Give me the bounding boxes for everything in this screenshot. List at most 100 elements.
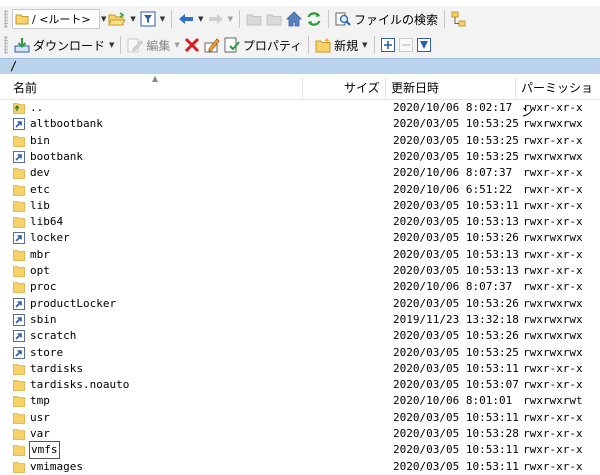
folder-icon [13, 379, 25, 391]
root-directory-button[interactable] [264, 8, 284, 30]
file-name: proc [30, 280, 57, 294]
forward-button[interactable]: ▼ [206, 8, 235, 30]
back-arrow-icon [178, 12, 194, 26]
file-row[interactable]: lib64 2020/03/05 10:53:13 rwxr-xr-x [0, 214, 600, 230]
find-files-button[interactable]: ファイルの検索 [333, 8, 440, 30]
open-folder-button[interactable]: ▼ [106, 8, 137, 30]
file-row[interactable]: tardisks.noauto 2020/03/05 10:53:07 rwxr-x… [0, 377, 600, 393]
folder-icon [13, 461, 25, 473]
file-row[interactable]: vmimages 2020/03/05 10:53:11 rwxr-xr-x [0, 459, 600, 475]
column-divider[interactable] [385, 78, 386, 98]
file-modified: 2020/03/05 10:53:25 [393, 149, 519, 163]
filter-button[interactable]: ▼ [138, 8, 167, 30]
new-button[interactable]: 新規 ▼ [313, 34, 369, 56]
file-modified: 2020/03/05 10:53:13 [393, 215, 519, 229]
edit-button[interactable]: 編集 ▼ [125, 34, 181, 56]
file-name: locker [30, 231, 70, 245]
file-name: opt [30, 264, 50, 277]
folder-icon [13, 412, 25, 424]
file-permissions: rwxr-xr-x [523, 361, 583, 375]
toolbar-grip[interactable] [4, 36, 8, 54]
rename-button[interactable] [202, 34, 222, 56]
folder-icon [13, 281, 25, 294]
file-row[interactable]: bin 2020/03/05 10:53:25 rwxr-xr-x [0, 133, 600, 149]
file-row[interactable]: tardisks 2020/03/05 10:53:11 rwxr-xr-x [0, 361, 600, 377]
path-combo[interactable]: / <ルート> [12, 9, 100, 29]
tree-view-button[interactable] [449, 8, 469, 30]
file-permissions: rwxr-xr-x [523, 264, 583, 277]
file-row[interactable]: dev 2020/10/06 8:07:37 rwxr-xr-x [0, 165, 600, 181]
file-permissions: rwxr-xr-x [523, 133, 583, 147]
download-button[interactable]: ダウンロード ▼ [12, 34, 116, 56]
file-name: .. [30, 101, 44, 114]
path-combo-value: / <ルート> [32, 13, 91, 26]
file-row[interactable]: altbootbank 2020/03/05 10:53:25 rwxrwxrwx [0, 116, 600, 132]
file-row[interactable]: opt 2020/03/05 10:53:13 rwxr-xr-x [0, 263, 600, 279]
unselect-files-button[interactable] [397, 34, 415, 56]
toolbar-separator [443, 10, 445, 28]
file-row[interactable]: lib 2020/03/05 10:53:11 rwxr-xr-x [0, 198, 600, 214]
file-name: scratch [30, 329, 77, 343]
file-name: mbr [30, 247, 50, 261]
column-header-size[interactable]: サイズ [344, 76, 380, 100]
file-permissions: rwxrwxrwx [523, 117, 583, 131]
refresh-button[interactable] [304, 8, 324, 30]
toolbar-separator [120, 36, 122, 54]
new-folder-icon [315, 37, 331, 53]
file-row[interactable]: vmfs 2020/03/05 10:53:11 rwxr-xr-x [0, 441, 600, 460]
search-icon [335, 11, 351, 27]
new-label: 新規 [334, 38, 359, 53]
download-label: ダウンロード [33, 38, 106, 53]
file-permissions: rwxr-xr-x [523, 166, 583, 180]
toolbar-separator [238, 10, 240, 28]
file-row[interactable]: .. 2020/10/06 8:02:17 rwxr-xr-x [0, 100, 600, 116]
file-name: lib64 [30, 215, 64, 229]
filter-files-button[interactable] [415, 34, 433, 56]
file-modified: 2020/03/05 10:53:11 [393, 361, 519, 375]
file-permissions: rwxr-xr-x [523, 182, 583, 196]
back-button[interactable]: ▼ [176, 8, 205, 30]
file-row[interactable]: etc 2020/10/06 6:51:22 rwxr-xr-x [0, 182, 600, 198]
file-row[interactable]: locker 2020/03/05 10:53:26 rwxrwxrwx [0, 230, 600, 246]
file-row[interactable]: tmp 2020/10/06 8:01:01 rwxrwxrwt [0, 393, 600, 409]
file-permissions: rwxrwxrwx [523, 329, 583, 343]
file-row[interactable]: sbin 2019/11/23 13:32:18 rwxrwxrwx [0, 312, 600, 328]
file-name: var [30, 427, 50, 440]
properties-icon [224, 37, 240, 53]
file-row[interactable]: mbr 2020/03/05 10:53:13 rwxr-xr-x [0, 247, 600, 263]
file-modified: 2020/03/05 10:53:11 [393, 459, 519, 473]
forward-arrow-icon [208, 12, 224, 26]
toolbar-separator [327, 10, 329, 28]
file-row[interactable]: productLocker 2020/03/05 10:53:26 rwxrwxrw… [0, 296, 600, 312]
column-header-permissions[interactable]: パーミッション [521, 76, 600, 119]
toolbar-separator [373, 36, 375, 54]
column-divider[interactable] [302, 78, 303, 98]
file-row[interactable]: proc 2020/10/06 8:07:37 rwxr-xr-x [0, 279, 600, 295]
symlink-icon [13, 232, 25, 245]
select-files-button[interactable] [379, 34, 397, 56]
column-divider[interactable] [515, 78, 516, 98]
properties-button[interactable]: プロパティ [222, 34, 304, 56]
parent-directory-button[interactable] [244, 8, 264, 30]
delete-button[interactable] [182, 34, 202, 56]
toolbar-grip[interactable] [4, 10, 8, 28]
column-header-modified[interactable]: 更新日時 [391, 76, 439, 100]
edit-icon [127, 37, 144, 53]
folder-icon [15, 13, 29, 25]
file-row[interactable]: scratch 2020/03/05 10:53:26 rwxrwxrwx [0, 328, 600, 344]
chevron-down-icon: ▼ [130, 15, 136, 23]
file-row[interactable]: usr 2020/03/05 10:53:11 rwxr-xr-x [0, 410, 600, 426]
address-bar[interactable]: / [0, 58, 600, 74]
chevron-down-icon: ▼ [227, 15, 233, 23]
file-modified: 2020/03/05 10:53:25 [393, 345, 519, 359]
file-name: tardisks [30, 361, 83, 375]
file-modified: 2020/03/05 10:53:28 [393, 427, 519, 440]
home-button[interactable] [284, 8, 304, 30]
column-header-name[interactable]: 名前 [13, 76, 37, 100]
file-name: tardisks.noauto [30, 378, 130, 392]
file-row[interactable]: var 2020/03/05 10:53:28 rwxr-xr-x [0, 426, 600, 442]
chevron-down-icon: ▼ [159, 15, 166, 23]
file-row[interactable]: store 2020/03/05 10:53:25 rwxrwxrwx [0, 345, 600, 361]
file-permissions: rwxr-xr-x [523, 198, 583, 212]
file-row[interactable]: bootbank 2020/03/05 10:53:25 rwxrwxrwx [0, 149, 600, 165]
